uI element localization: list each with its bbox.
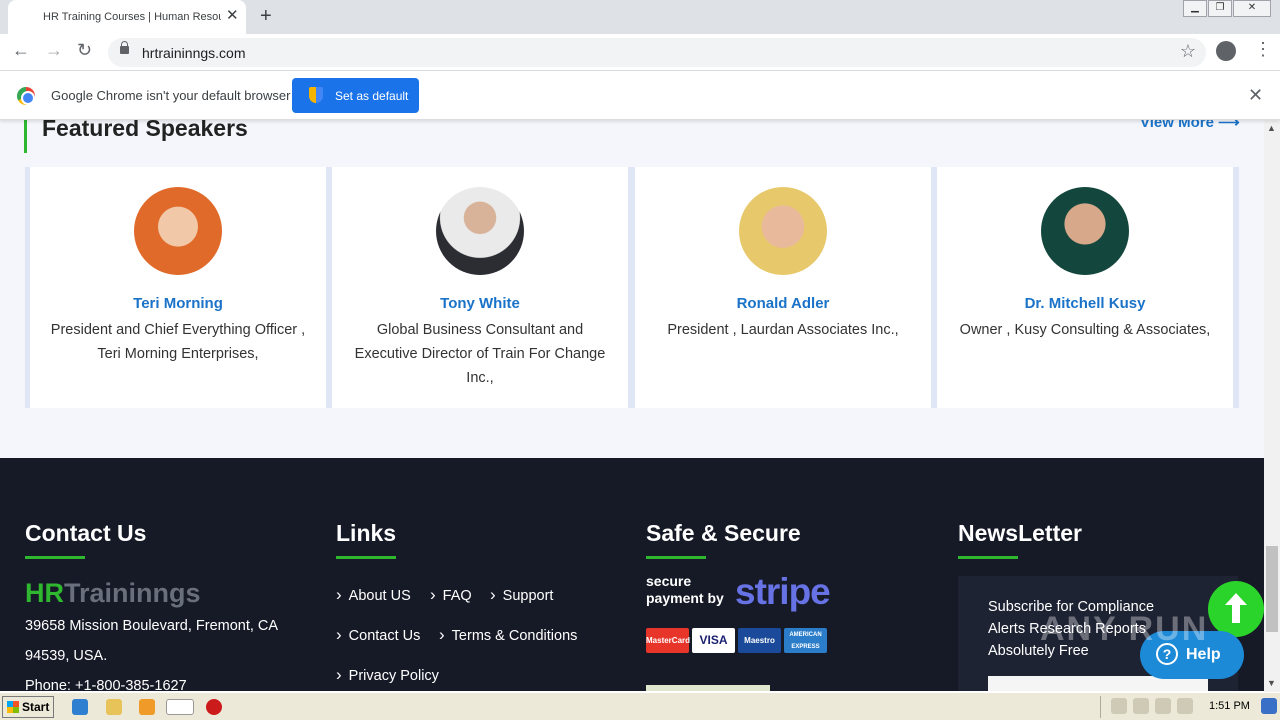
clock: 1:51 PM (1209, 700, 1250, 712)
tab-strip: HR Training Courses | Human Resources ✕ … (0, 0, 1280, 34)
contact-title: Contact Us (25, 520, 147, 559)
shield-icon (309, 87, 323, 103)
minimize-icon[interactable]: ▁ (1183, 0, 1207, 17)
scroll-up-icon[interactable]: ▲ (1267, 123, 1276, 133)
ie-icon[interactable] (72, 699, 88, 715)
media-player-icon[interactable] (139, 699, 155, 715)
show-desktop-icon[interactable] (1261, 698, 1277, 714)
set-default-label: Set as default (335, 89, 409, 103)
flag-icon[interactable] (1177, 698, 1193, 714)
hr-trainings-logo[interactable]: HRTraininngs (25, 578, 201, 609)
phone-number: Phone: +1-800-385-1627 (25, 678, 187, 691)
browser-tab[interactable]: HR Training Courses | Human Resources ✕ (8, 0, 246, 34)
windows-logo-icon (7, 701, 19, 713)
visa-icon: VISA (692, 628, 735, 653)
infobar-text: Google Chrome isn't your default browser (51, 88, 291, 103)
browser-toolbar: ← → ↻ hrtraininngs.com ☆ ⋮ (0, 34, 1280, 71)
address-bar[interactable]: hrtraininngs.com ☆ (108, 38, 1206, 67)
address-line: 39658 Mission Boulevard, Fremont, CA (25, 618, 279, 634)
tray-arrow-icon[interactable] (1111, 698, 1127, 714)
chrome-logo-icon (17, 87, 35, 105)
speaker-avatar (436, 187, 524, 275)
lock-icon (120, 41, 129, 54)
speaker-role: President and Chief Everything Officer ,… (50, 322, 306, 362)
speaker-name[interactable]: Tony White (332, 295, 628, 312)
site-footer: Contact Us HRTraininngs 39658 Mission Bo… (0, 458, 1264, 691)
infobar-close-icon[interactable]: ✕ (1248, 85, 1263, 106)
scroll-to-top-button[interactable] (1208, 581, 1264, 637)
folder-icon[interactable] (106, 699, 122, 715)
footer-link-faq[interactable]: FAQ (430, 585, 472, 605)
speaker-name[interactable]: Teri Morning (30, 295, 326, 312)
window-close-icon[interactable]: ✕ (1233, 0, 1271, 17)
speaker-card[interactable]: Teri Morning President and Chief Everyth… (30, 167, 326, 408)
menu-icon[interactable]: ⋮ (1254, 39, 1272, 60)
system-tray: 1:51 PM (1100, 696, 1278, 718)
forward-icon[interactable]: → (45, 40, 63, 61)
new-tab-icon[interactable]: + (260, 5, 272, 28)
page-scrollbar[interactable]: ▲ ▼ (1264, 120, 1280, 692)
opera-icon[interactable] (206, 699, 222, 715)
restore-icon[interactable]: ❐ (1208, 0, 1232, 17)
profile-icon[interactable] (1216, 41, 1236, 61)
footer-link-about[interactable]: About US (336, 585, 411, 605)
stripe-caption: secure payment by (646, 573, 724, 606)
stripe-logo: stripe (735, 571, 831, 612)
speaker-card[interactable]: Ronald Adler President , Laurdan Associa… (635, 167, 931, 408)
tab-close-icon[interactable]: ✕ (226, 8, 239, 24)
speaker-avatar (739, 187, 827, 275)
set-default-button[interactable]: Set as default (292, 78, 419, 113)
scroll-down-icon[interactable]: ▼ (1267, 678, 1276, 688)
back-icon[interactable]: ← (12, 40, 30, 61)
page-content: Featured Speakers View More ⟶ Teri Morni… (0, 71, 1264, 691)
volume-icon[interactable] (1133, 698, 1149, 714)
bookmark-star-icon[interactable]: ☆ (1180, 41, 1196, 62)
speaker-name[interactable]: Dr. Mitchell Kusy (937, 295, 1233, 312)
anyrun-watermark: ANY RUN (1040, 610, 1209, 648)
speaker-role: Owner , Kusy Consulting & Associates, (959, 322, 1211, 338)
speaker-card[interactable]: Dr. Mitchell Kusy Owner , Kusy Consultin… (937, 167, 1233, 408)
speakers-list: Teri Morning President and Chief Everyth… (25, 167, 1239, 408)
arrow-up-icon (1225, 593, 1247, 623)
footer-link-privacy[interactable]: Privacy Policy (336, 665, 439, 685)
maestro-icon: Maestro (738, 628, 781, 653)
reload-icon[interactable]: ↻ (77, 40, 92, 61)
footer-link-terms[interactable]: Terms & Conditions (439, 625, 578, 645)
amex-icon: AMERICAN EXPRESS (784, 628, 827, 653)
scroll-thumb[interactable] (1266, 546, 1278, 632)
url-text: hrtraininngs.com (142, 45, 246, 61)
network-icon[interactable] (1155, 698, 1171, 714)
godaddy-seal (646, 685, 770, 691)
secure-title: Safe & Secure (646, 520, 801, 559)
speaker-role: Global Business Consultant and Executive… (354, 322, 606, 386)
windows-taskbar: Start 1:51 PM (0, 692, 1280, 720)
footer-link-support[interactable]: Support (490, 585, 554, 605)
speaker-name[interactable]: Ronald Adler (635, 295, 931, 312)
default-browser-infobar: Google Chrome isn't your default browser… (0, 71, 1280, 120)
start-button[interactable]: Start (2, 696, 54, 718)
newsletter-title: NewsLetter (958, 520, 1082, 559)
speaker-avatar (134, 187, 222, 275)
links-title: Links (336, 520, 397, 559)
chrome-taskbar-icon[interactable] (166, 699, 194, 715)
footer-link-contact[interactable]: Contact Us (336, 625, 421, 645)
speaker-card[interactable]: Tony White Global Business Consultant an… (332, 167, 628, 408)
speaker-role: President , Laurdan Associates Inc., (667, 322, 899, 338)
address-line: 94539, USA. (25, 648, 108, 664)
speaker-avatar (1041, 187, 1129, 275)
tab-title: HR Training Courses | Human Resources (43, 11, 221, 23)
mastercard-icon: MasterCard (646, 628, 690, 653)
